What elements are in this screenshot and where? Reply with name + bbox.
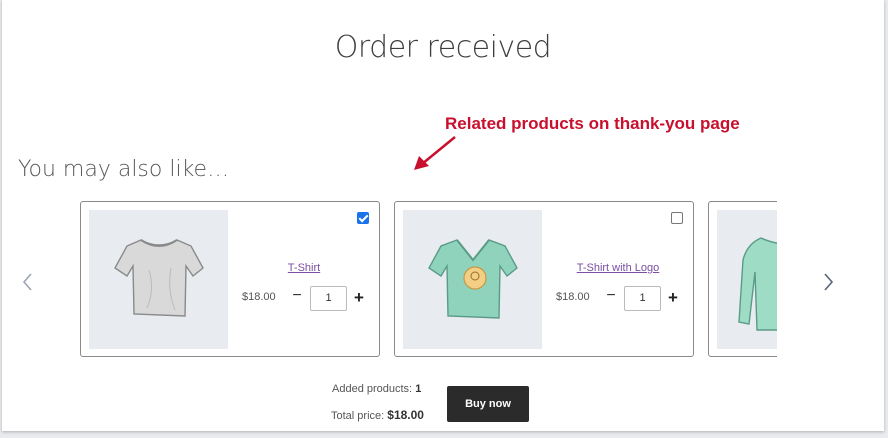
- product-card: [708, 201, 777, 357]
- page-title: Order received: [334, 30, 552, 65]
- chevron-left-icon[interactable]: [20, 270, 36, 294]
- quantity-decrease-button[interactable]: −: [604, 286, 618, 306]
- product-card: T-Shirt $18.00 − 1 +: [80, 201, 380, 357]
- quantity-input[interactable]: 1: [310, 286, 347, 311]
- product-name-link[interactable]: T-Shirt: [229, 262, 379, 274]
- product-select-checkbox[interactable]: [671, 212, 683, 224]
- annotation-label: Related products on thank-you page: [445, 114, 740, 133]
- added-products-label: Added products:: [332, 383, 413, 395]
- added-products-summary: Added products: 1: [332, 383, 421, 395]
- chevron-right-icon[interactable]: [820, 270, 836, 294]
- product-image[interactable]: [717, 210, 777, 349]
- product-name-link[interactable]: T-Shirt with Logo: [543, 262, 693, 274]
- quantity-increase-button[interactable]: +: [352, 286, 366, 310]
- total-price-summary: Total price: $18.00: [331, 408, 424, 422]
- total-price-label: Total price:: [331, 410, 385, 422]
- product-price: $18.00: [556, 291, 590, 303]
- quantity-input[interactable]: 1: [624, 286, 661, 311]
- product-price: $18.00: [242, 291, 276, 303]
- thank-you-page: Order received Related products on thank…: [2, 0, 884, 431]
- product-image[interactable]: [403, 210, 542, 349]
- related-products-carousel: T-Shirt $18.00 − 1 + T-Shirt with Logo $…: [80, 201, 777, 358]
- mint-long-sleeve-shirt-icon: [738, 237, 777, 331]
- product-select-checkbox[interactable]: [357, 212, 369, 224]
- quantity-decrease-button[interactable]: −: [290, 286, 304, 306]
- total-price-value: $18.00: [387, 408, 424, 422]
- grey-tshirt-icon: [114, 239, 204, 317]
- annotation-arrow-icon: [414, 136, 456, 170]
- related-products-heading: You may also like…: [18, 157, 230, 182]
- mint-tshirt-with-logo-icon: [428, 239, 518, 319]
- product-card: T-Shirt with Logo $18.00 − 1 +: [394, 201, 694, 357]
- product-image[interactable]: [89, 210, 228, 349]
- quantity-increase-button[interactable]: +: [666, 286, 680, 310]
- buy-now-button[interactable]: Buy now: [447, 386, 529, 422]
- added-products-count: 1: [415, 383, 422, 395]
